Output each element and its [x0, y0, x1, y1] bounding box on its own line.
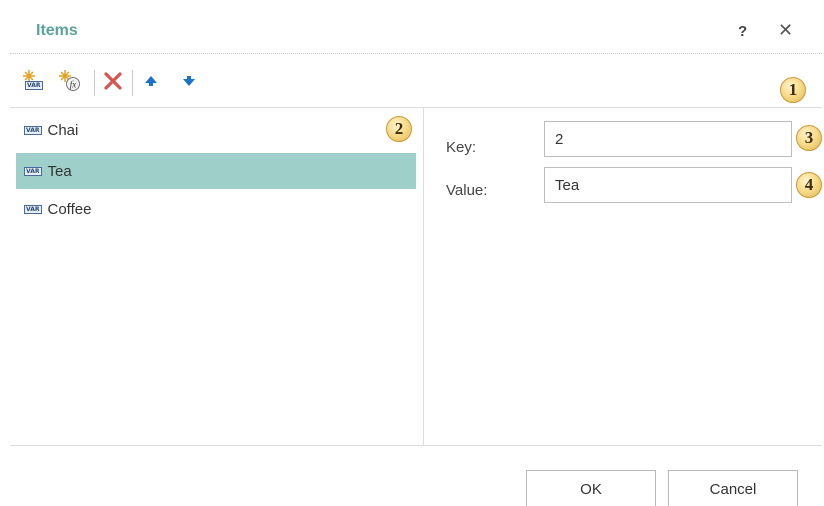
key-label: Key:	[446, 139, 477, 156]
toolbar-separator	[94, 70, 95, 96]
dialog-title: Items	[36, 22, 78, 39]
arrow-down-icon	[183, 76, 195, 86]
arrow-up-icon	[145, 76, 157, 86]
var-icon: VAR	[24, 166, 42, 176]
list-item-label: Coffee	[47, 200, 92, 218]
callout-badge: 1	[780, 77, 806, 103]
var-icon: VAR	[24, 204, 42, 214]
help-button[interactable]: ?	[738, 23, 747, 40]
value-input[interactable]	[544, 167, 792, 203]
item-list: 2 VAR Chai VAR Tea VAR Coffee	[10, 108, 424, 445]
add-expression-icon: fx	[59, 70, 83, 92]
list-item[interactable]: VAR Coffee	[16, 191, 416, 227]
list-item-label: Tea	[47, 162, 72, 180]
toolbar-separator	[132, 70, 133, 96]
callout-badge: 3	[796, 125, 822, 151]
dialog-titlebar: Items ? ✕	[10, 10, 822, 54]
delete-button[interactable]	[100, 68, 126, 94]
add-variable-button[interactable]: VAR	[22, 68, 48, 94]
add-expression-button[interactable]: fx	[58, 68, 84, 94]
key-input[interactable]	[544, 121, 792, 157]
value-label: Value:	[446, 182, 488, 199]
svg-text:fx: fx	[70, 80, 77, 90]
var-icon: VAR	[24, 125, 42, 135]
delete-icon	[104, 72, 122, 90]
cancel-button[interactable]: Cancel	[668, 470, 798, 506]
list-item[interactable]: VAR Chai	[16, 112, 416, 148]
ok-button[interactable]: OK	[526, 470, 656, 506]
move-down-button[interactable]	[176, 68, 202, 94]
list-item-label: Chai	[47, 121, 79, 139]
close-button[interactable]: ✕	[778, 20, 793, 41]
dialog-footer: OK Cancel	[10, 445, 822, 506]
items-dialog: Items ? ✕ VAR fx 1 2 VAR Chai VAR Tea VA…	[10, 10, 822, 506]
var-icon: VAR	[25, 81, 43, 90]
add-variable-icon: VAR	[23, 70, 47, 92]
list-item[interactable]: VAR Tea	[16, 153, 416, 189]
callout-badge: 4	[796, 172, 822, 198]
move-up-button[interactable]	[138, 68, 164, 94]
toolbar: VAR fx 1	[10, 54, 822, 108]
